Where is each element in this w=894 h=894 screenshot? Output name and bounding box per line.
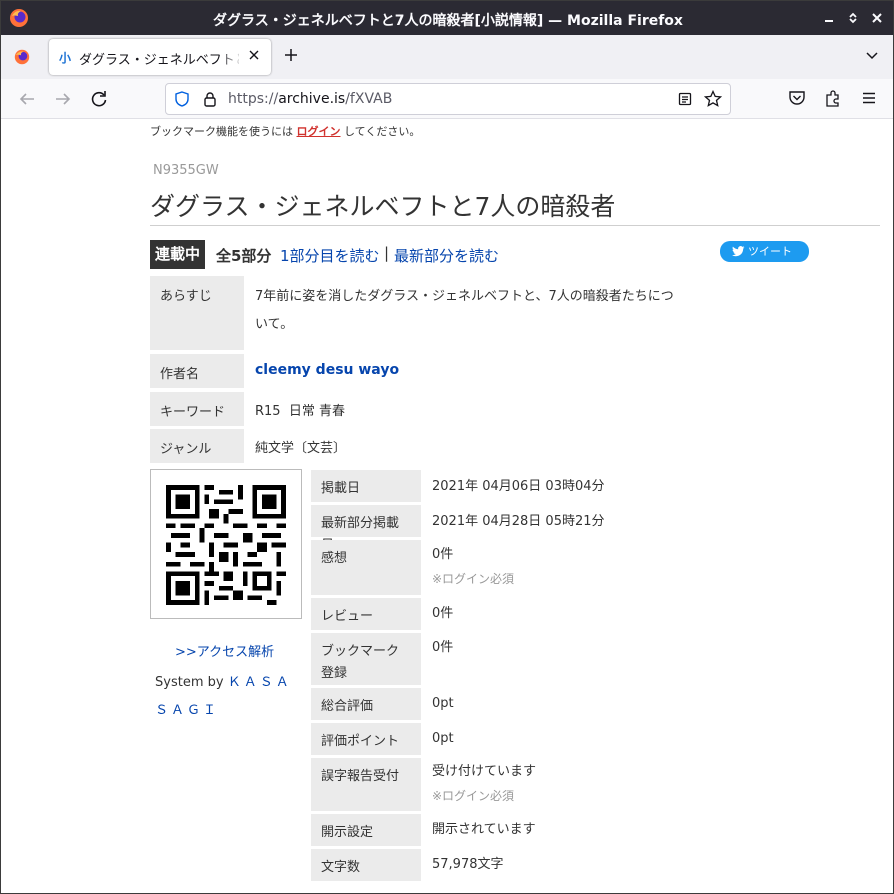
- bookmark-count-label: ブックマーク登録: [311, 633, 421, 685]
- qr-code-icon: [166, 485, 286, 605]
- tweet-button[interactable]: ツイート: [720, 241, 809, 262]
- firefox-window: ダグラス・ジェネルベフトと7人の暗殺者[小説情報] — Mozilla Fire…: [0, 0, 894, 894]
- login-suffix: してください。: [344, 125, 421, 138]
- pocket-icon[interactable]: [788, 89, 806, 107]
- tab-title: ダグラス・ジェネルベフトと7人の: [79, 53, 239, 68]
- navigation-toolbar: https://archive.is/fXVAB: [1, 79, 893, 119]
- bookmark-star-icon[interactable]: [704, 90, 722, 108]
- list-all-tabs-icon[interactable]: [865, 49, 879, 63]
- synopsis-label: あらすじ: [150, 276, 244, 350]
- tweet-label: ツイート: [748, 245, 792, 258]
- total-rating-value: 0pt: [432, 696, 454, 711]
- novel-title: ダグラス・ジェネルベフトと7人の暗殺者: [150, 192, 616, 221]
- ncode: N9355GW: [153, 163, 219, 178]
- published-date-value: 2021年 04月06日 03時04分: [432, 479, 605, 494]
- latest-date-label: 最新部分掲載日: [311, 505, 421, 553]
- tab-strip: 小 ダグラス・ジェネルベフトと7人の: [1, 35, 893, 79]
- rating-points-value: 0pt: [432, 731, 454, 746]
- read-latest-link[interactable]: 最新部分を読む: [394, 245, 499, 266]
- system-prefix: System by: [155, 675, 224, 690]
- firefox-view-icon[interactable]: [13, 48, 31, 66]
- close-window-icon[interactable]: [869, 10, 885, 26]
- reload-icon[interactable]: [89, 89, 109, 109]
- reader-view-icon[interactable]: [678, 92, 692, 106]
- access-analysis-link[interactable]: >>アクセス解析: [175, 641, 274, 660]
- genre: 純文学〔文芸〕: [255, 441, 347, 456]
- url-host: archive.is: [278, 91, 346, 107]
- keyword-label: キーワード: [150, 392, 244, 426]
- published-date-label: 掲載日: [311, 470, 421, 502]
- qr-code: [150, 469, 302, 619]
- title-divider: [150, 225, 880, 226]
- typo-report-login-note: ※ログイン必須: [432, 789, 515, 803]
- tracking-protection-shield-icon[interactable]: [174, 91, 190, 107]
- typo-report-status: 受け付けています: [432, 764, 537, 779]
- disclosure-value: 開示されています: [432, 822, 536, 837]
- site-favicon-icon: 小: [59, 51, 72, 65]
- url-bar[interactable]: https://archive.is/fXVAB: [165, 83, 731, 115]
- genre-label: ジャンル: [150, 429, 244, 463]
- forward-arrow-icon[interactable]: [53, 89, 73, 109]
- system-credit: System by ＫＡＳＡＳＡＧＩ: [155, 669, 305, 725]
- author-link[interactable]: cleemy desu wayo: [255, 362, 399, 378]
- serial-status-badge: 連載中: [150, 240, 206, 269]
- login-notice: ブックマーク機能を使うには ログイン してください。: [150, 123, 420, 139]
- hamburger-menu-icon[interactable]: [860, 89, 878, 107]
- bookmark-count-value: 0件: [432, 640, 454, 655]
- latest-date-value: 2021年 04月28日 05時21分: [432, 514, 605, 529]
- rating-points-label: 評価ポイント: [311, 723, 421, 755]
- impressions-count: 0件: [432, 547, 454, 562]
- minimize-icon[interactable]: [821, 10, 837, 26]
- restore-icon[interactable]: [845, 10, 861, 26]
- url-path: /fXVAB: [345, 91, 393, 107]
- page-content: ブックマーク機能を使うには ログイン してください。 N9355GW ダグラス・…: [1, 119, 893, 893]
- impressions-login-note: ※ログイン必須: [432, 572, 515, 586]
- close-tab-icon[interactable]: [247, 48, 261, 66]
- extensions-icon[interactable]: [824, 89, 842, 107]
- typo-report-value: 受け付けています ※ログイン必須: [432, 760, 536, 808]
- impressions-value: 0件 ※ログイン必須: [432, 543, 514, 591]
- read-first-link[interactable]: 1部分目を読む: [280, 245, 380, 266]
- link-separator: |: [384, 244, 390, 262]
- reviews-value: 0件: [432, 606, 454, 621]
- url-text[interactable]: https://archive.is/fXVAB: [228, 91, 392, 107]
- login-prefix: ブックマーク機能を使うには: [150, 125, 293, 138]
- lock-icon[interactable]: [202, 91, 218, 107]
- back-arrow-icon[interactable]: [17, 89, 37, 109]
- impressions-label: 感想: [311, 540, 421, 595]
- total-rating-label: 総合評価: [311, 688, 421, 720]
- keywords: R15 日常 青春: [255, 404, 345, 419]
- character-count-label: 文字数: [311, 849, 421, 881]
- url-scheme: https://: [228, 91, 279, 107]
- typo-report-label: 誤字報告受付: [311, 758, 421, 811]
- author-label: 作者名: [150, 354, 244, 388]
- new-tab-icon[interactable]: [283, 45, 299, 67]
- character-count-value: 57,978文字: [432, 857, 504, 872]
- tab-title-fade: [219, 45, 243, 69]
- parts-count: 全5部分: [216, 247, 272, 265]
- title-bar: ダグラス・ジェネルベフトと7人の暗殺者[小説情報] — Mozilla Fire…: [1, 1, 893, 35]
- login-link[interactable]: ログイン: [297, 125, 341, 138]
- disclosure-label: 開示設定: [311, 814, 421, 846]
- window-title: ダグラス・ジェネルベフトと7人の暗殺者[小説情報] — Mozilla Fire…: [213, 13, 683, 29]
- tab-active[interactable]: 小 ダグラス・ジェネルベフトと7人の: [49, 39, 271, 75]
- synopsis-text: 7年前に姿を消したダグラス・ジェネルベフトと、7人の暗殺者たちについて。: [255, 289, 674, 332]
- reviews-label: レビュー: [311, 598, 421, 630]
- twitter-bird-icon: [732, 246, 745, 257]
